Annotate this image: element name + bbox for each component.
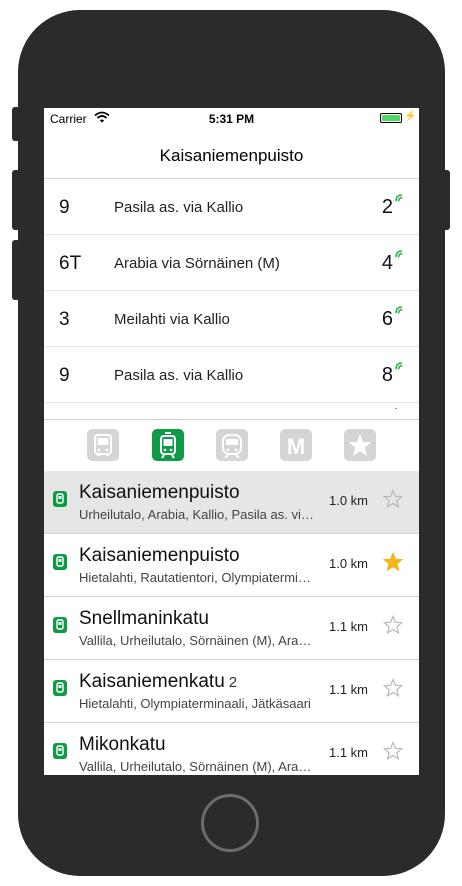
star-icon	[348, 434, 372, 456]
stop-distance: 1.1 km	[329, 619, 369, 634]
realtime-icon	[395, 361, 407, 379]
departure-row[interactable]: 9 Pasila as. via Kallio 2	[44, 179, 419, 235]
tram-stop-icon	[53, 554, 67, 570]
svg-text:M: M	[287, 434, 305, 459]
stop-name: Kaisaniemenpuisto	[79, 482, 240, 503]
screen: Carrier 5:31 PM ⚡ Kaisaniemenpuisto 9 Pa…	[44, 108, 419, 775]
tram-stop-icon	[53, 617, 67, 633]
departure-minutes: 4	[381, 252, 393, 274]
train-tab[interactable]	[216, 429, 248, 461]
departure-row[interactable]: 3 Meilahti via Kallio 6	[44, 291, 419, 347]
realtime-icon	[395, 305, 407, 323]
volume-up-button	[12, 170, 20, 230]
tram-tab[interactable]	[152, 429, 184, 461]
stop-platform: 2	[228, 674, 238, 691]
stop-name: Snellmaninkatu	[79, 608, 209, 629]
stop-distance: 1.0 km	[329, 493, 369, 508]
departure-destination: Pasila as. via Kallio	[114, 367, 244, 384]
tram-stop-icon	[53, 680, 67, 696]
route-number: 9	[59, 197, 70, 218]
tram-stop-icon	[53, 491, 67, 507]
stop-name: Kaisaniemenkatu 2	[79, 671, 238, 692]
power-button	[442, 170, 450, 230]
stop-lines: Hietalahti, Olympiaterminaali, Jätkäsaar…	[79, 696, 311, 711]
mute-switch	[12, 107, 20, 141]
charging-icon: ⚡	[404, 111, 417, 122]
metro-tab[interactable]: M	[280, 429, 312, 461]
departures-list[interactable]: 9 Pasila as. via Kallio 2 6T Arabia via …	[44, 179, 419, 419]
stop-distance: 1.1 km	[329, 682, 369, 697]
departure-row[interactable]: 9 Pasila as. via Kallio 8	[44, 347, 419, 403]
bus-tab[interactable]	[87, 429, 119, 461]
departure-minutes: 6	[381, 308, 393, 330]
stop-lines: Hietalahti, Rautatientori, Olympiatermin…	[79, 570, 314, 585]
stops-list[interactable]: Kaisaniemenpuisto Urheilutalo, Arabia, K…	[44, 471, 419, 775]
realtime-icon	[395, 249, 407, 267]
transport-mode-tabs: M	[44, 419, 419, 472]
tram-icon	[160, 432, 176, 459]
realtime-icon	[395, 401, 407, 419]
stop-lines: Urheilutalo, Arabia, Kallio, Pasila as. …	[79, 507, 314, 522]
stop-name: Kaisaniemenpuisto	[79, 545, 240, 566]
departure-minutes: 8	[381, 364, 393, 386]
stop-row[interactable]: Kaisaniemenpuisto Urheilutalo, Arabia, K…	[44, 471, 419, 534]
favorite-star-icon[interactable]	[382, 551, 404, 577]
bus-icon	[94, 434, 112, 456]
departure-row[interactable]: 6T Arabia via Sörnäinen (M) 4	[44, 235, 419, 291]
favorite-star-icon[interactable]	[382, 488, 404, 514]
status-time: 5:31 PM	[208, 112, 255, 126]
stop-row[interactable]: Mikonkatu Vallila, Urheilutalo, Sörnäine…	[44, 723, 419, 775]
departure-minutes: 2	[381, 196, 393, 218]
volume-down-button	[12, 240, 20, 300]
stop-distance: 1.1 km	[329, 745, 369, 760]
favorite-star-icon[interactable]	[382, 677, 404, 703]
battery-icon	[380, 113, 402, 123]
route-number: 9	[59, 365, 70, 386]
page-title: Kaisaniemenpuisto	[159, 146, 304, 165]
stop-lines: Vallila, Urheilutalo, Sörnäinen (M), Ara…	[79, 759, 314, 774]
stop-name: Mikonkatu	[79, 734, 166, 755]
departure-row[interactable]	[44, 401, 419, 419]
favorite-star-icon[interactable]	[382, 740, 404, 766]
departure-destination: Arabia via Sörnäinen (M)	[114, 255, 280, 272]
departure-destination: Pasila as. via Kallio	[114, 199, 244, 216]
status-bar: Carrier 5:31 PM ⚡	[44, 108, 419, 130]
stop-row[interactable]: Kaisaniemenpuisto Hietalahti, Rautatient…	[44, 534, 419, 597]
favorite-star-icon[interactable]	[382, 614, 404, 640]
route-number: 3	[59, 309, 70, 330]
departure-destination: Meilahti via Kallio	[114, 311, 230, 328]
stop-row[interactable]: Kaisaniemenkatu 2 Hietalahti, Olympiaterm…	[44, 660, 419, 723]
home-button[interactable]	[201, 794, 259, 852]
stop-lines: Vallila, Urheilutalo, Sörnäinen (M), Ara…	[79, 633, 314, 648]
stop-distance: 1.0 km	[329, 556, 369, 571]
train-icon	[222, 434, 242, 459]
stop-row[interactable]: Snellmaninkatu Vallila, Urheilutalo, Sör…	[44, 597, 419, 660]
realtime-icon	[395, 193, 407, 211]
tram-stop-icon	[53, 743, 67, 759]
route-number: 6T	[59, 253, 82, 274]
favorites-tab[interactable]	[344, 429, 376, 461]
metro-icon: M	[287, 434, 305, 459]
